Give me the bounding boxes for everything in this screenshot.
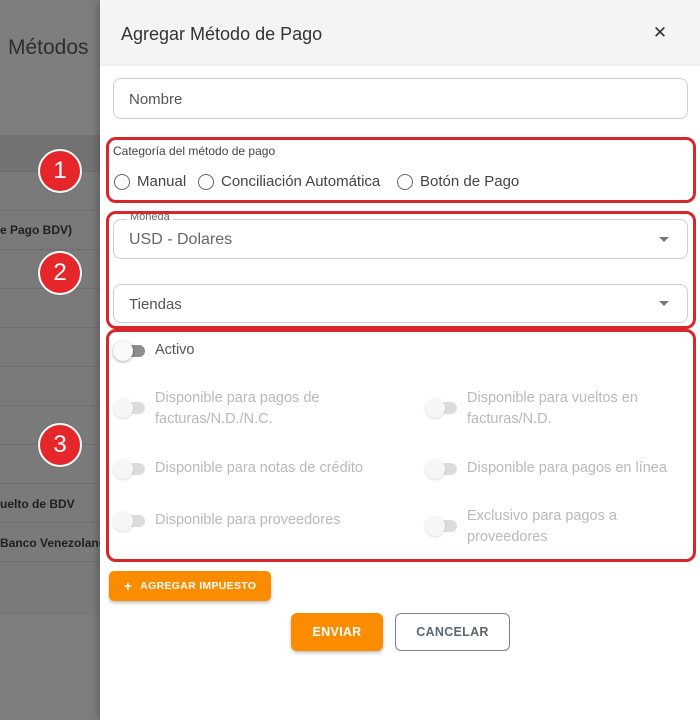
table-row <box>0 367 110 406</box>
modal-title: Agregar Método de Pago <box>121 24 323 44</box>
annotation-badge-2: 2 <box>38 251 82 295</box>
table-cell: Banco Venezolano <box>0 536 107 550</box>
name-input[interactable]: Nombre <box>113 78 688 119</box>
annotation-box-1 <box>106 137 696 203</box>
annotation-box-2 <box>106 211 696 329</box>
table-row <box>0 328 110 367</box>
annotation-box-3 <box>106 329 696 562</box>
close-icon[interactable]: ✕ <box>651 24 669 42</box>
send-button[interactable]: ENVIAR <box>291 613 383 651</box>
cancel-button[interactable]: CANCELAR <box>395 613 510 651</box>
page-title: Métodos <box>8 36 89 59</box>
modal-header: Agregar Método de Pago ✕ <box>100 0 700 66</box>
table-cell: e Pago BDV) <box>0 223 73 237</box>
add-tax-label: AGREGAR IMPUESTO <box>140 580 257 592</box>
annotation-badge-3: 3 <box>38 423 82 467</box>
add-tax-button[interactable]: + AGREGAR IMPUESTO <box>109 571 271 601</box>
table-row <box>0 289 110 328</box>
name-placeholder: Nombre <box>129 91 183 108</box>
plus-icon: + <box>123 578 133 594</box>
annotation-badge-1: 1 <box>38 149 82 193</box>
table-cell: uelto de BDV <box>0 497 75 511</box>
